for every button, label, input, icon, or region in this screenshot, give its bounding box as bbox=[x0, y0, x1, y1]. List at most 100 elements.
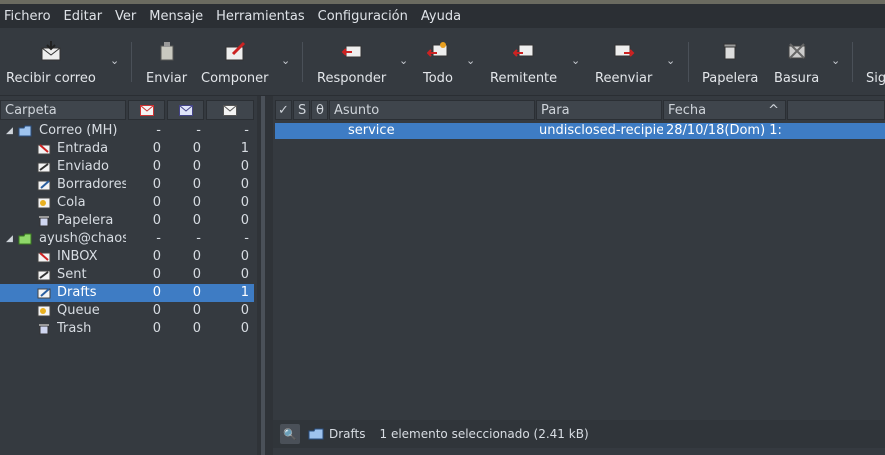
folder-count-total: - bbox=[244, 231, 249, 246]
next-label: Sig bbox=[866, 71, 885, 86]
folder-row[interactable]: Trash 0 0 0 bbox=[0, 320, 254, 338]
to-column-header[interactable]: Para bbox=[536, 100, 662, 120]
reply-all-button[interactable]: Todo bbox=[423, 28, 453, 95]
pane-splitter[interactable] bbox=[257, 96, 273, 455]
menu-herramientas[interactable]: Herramientas bbox=[212, 9, 309, 24]
expander-icon[interactable]: ◢ bbox=[6, 230, 13, 248]
folder-count-new: - bbox=[156, 231, 161, 246]
menu-mensaje[interactable]: Mensaje bbox=[145, 9, 207, 24]
folder-count-total: 0 bbox=[240, 213, 249, 228]
message-to: undisclosed-recipie bbox=[539, 123, 663, 138]
forward-icon bbox=[613, 40, 635, 62]
send-button[interactable]: Enviar bbox=[146, 28, 187, 95]
folder-count-unread: 0 bbox=[192, 141, 201, 156]
mailbox-icon bbox=[18, 125, 32, 137]
forward-label: Reenviar bbox=[595, 71, 653, 86]
folder-name: Queue bbox=[57, 303, 100, 318]
folder-count-total: 1 bbox=[240, 285, 249, 300]
trash-button[interactable]: Papelera bbox=[702, 28, 758, 95]
reply-dropdown-arrow[interactable]: ⌄ bbox=[399, 55, 409, 66]
folder-row[interactable]: Queue 0 0 0 bbox=[0, 302, 254, 320]
forward-dropdown-arrow[interactable]: ⌄ bbox=[666, 55, 676, 66]
compose-dropdown-arrow[interactable]: ⌄ bbox=[281, 55, 291, 66]
search-icon: 🔍 bbox=[283, 427, 297, 441]
to-header-label: Para bbox=[541, 103, 570, 118]
folder-name: INBOX bbox=[57, 249, 98, 264]
trash-icon bbox=[37, 215, 51, 227]
mark-header-label: ✓ bbox=[278, 103, 289, 118]
toolbar-separator bbox=[131, 42, 132, 82]
folder-row[interactable]: INBOX 0 0 0 bbox=[0, 248, 254, 266]
folder-count-new: 0 bbox=[152, 249, 161, 264]
status-header-label: S bbox=[298, 103, 307, 118]
status-bar: 🔍 Drafts 1 elemento seleccionado (2.41 k… bbox=[273, 420, 885, 448]
reply-sender-dropdown-arrow[interactable]: ⌄ bbox=[571, 55, 581, 66]
folder-row[interactable]: Drafts 0 0 1 bbox=[0, 284, 254, 302]
message-subject: service bbox=[348, 123, 395, 138]
mark-column-header[interactable]: ✓ bbox=[275, 100, 292, 120]
date-column-header[interactable]: Fecha ^ bbox=[663, 100, 786, 120]
folder-row[interactable]: Borradores 0 0 0 bbox=[0, 176, 254, 194]
menu-ayuda[interactable]: Ayuda bbox=[417, 9, 465, 24]
sort-ascending-icon: ^ bbox=[768, 103, 779, 118]
folder-count-total: 0 bbox=[240, 303, 249, 318]
reply-button[interactable]: Responder bbox=[317, 28, 386, 95]
folder-row[interactable]: Papelera 0 0 0 bbox=[0, 212, 254, 230]
unread-column-header[interactable] bbox=[167, 100, 204, 120]
folder-count-unread: 0 bbox=[192, 321, 201, 336]
inbox-icon bbox=[37, 251, 51, 263]
next-button[interactable]: Sig bbox=[866, 28, 885, 95]
toolbar-separator bbox=[688, 42, 689, 82]
search-button[interactable]: 🔍 bbox=[280, 424, 300, 444]
total-column-header[interactable] bbox=[206, 100, 254, 120]
folder-count-total: 1 bbox=[240, 141, 249, 156]
junk-icon bbox=[786, 40, 808, 62]
menu-editar[interactable]: Editar bbox=[60, 9, 107, 24]
receive-mail-button[interactable]: Recibir correo bbox=[6, 28, 96, 95]
unread-mail-icon bbox=[178, 105, 193, 116]
junk-label: Basura bbox=[774, 71, 820, 86]
reply-label: Responder bbox=[317, 71, 387, 86]
splitter-grip[interactable] bbox=[261, 96, 265, 455]
reply-sender-button[interactable]: Remitente bbox=[490, 28, 557, 95]
reply-icon bbox=[341, 40, 363, 62]
folder-column-header[interactable]: Carpeta bbox=[0, 100, 126, 120]
reply-all-dropdown-arrow[interactable]: ⌄ bbox=[466, 55, 476, 66]
status-column-header[interactable]: S bbox=[293, 100, 310, 120]
extra-column-header[interactable] bbox=[787, 100, 885, 120]
menu-ver[interactable]: Ver bbox=[111, 9, 140, 24]
folder-row[interactable]: Cola 0 0 0 bbox=[0, 194, 254, 212]
account-icon bbox=[18, 233, 32, 245]
folder-row[interactable]: Sent 0 0 0 bbox=[0, 266, 254, 284]
folder-row[interactable]: Entrada 0 0 1 bbox=[0, 140, 254, 158]
attachment-column-header[interactable]: θ bbox=[311, 100, 328, 120]
folder-count-new: 0 bbox=[152, 159, 161, 174]
junk-button[interactable]: Basura bbox=[774, 28, 819, 95]
folder-row[interactable]: ◢ Correo (MH) - - - bbox=[0, 122, 254, 140]
folder-count-unread: 0 bbox=[192, 177, 201, 192]
next-icon bbox=[866, 40, 885, 62]
junk-dropdown-arrow[interactable]: ⌄ bbox=[831, 55, 841, 66]
folder-row[interactable]: Enviado 0 0 0 bbox=[0, 158, 254, 176]
menu-configuracion[interactable]: Configuración bbox=[314, 9, 412, 24]
drafts-icon bbox=[37, 287, 51, 299]
menu-fichero[interactable]: Fichero bbox=[0, 9, 55, 24]
receive-dropdown-arrow[interactable]: ⌄ bbox=[110, 55, 120, 66]
forward-button[interactable]: Reenviar bbox=[595, 28, 652, 95]
message-row[interactable]: service undisclosed-recipie 28/10/18(Dom… bbox=[275, 123, 885, 139]
folder-count-unread: 0 bbox=[192, 213, 201, 228]
send-label: Enviar bbox=[146, 71, 188, 86]
folder-name: Correo (MH) bbox=[39, 123, 118, 138]
folder-row[interactable]: ◢ ayush@chaos - - - bbox=[0, 230, 254, 248]
receive-mail-icon bbox=[40, 40, 62, 62]
folder-header-label: Carpeta bbox=[5, 103, 57, 118]
folder-count-unread: 0 bbox=[192, 195, 201, 210]
folder-count-total: 0 bbox=[240, 195, 249, 210]
folder-count-unread: 0 bbox=[192, 285, 201, 300]
compose-button[interactable]: Componer bbox=[201, 28, 268, 95]
folder-count-total: 0 bbox=[240, 159, 249, 174]
new-column-header[interactable] bbox=[128, 100, 165, 120]
expander-icon[interactable]: ◢ bbox=[6, 122, 13, 140]
subject-column-header[interactable]: Asunto bbox=[329, 100, 535, 120]
folder-count-new: 0 bbox=[152, 321, 161, 336]
